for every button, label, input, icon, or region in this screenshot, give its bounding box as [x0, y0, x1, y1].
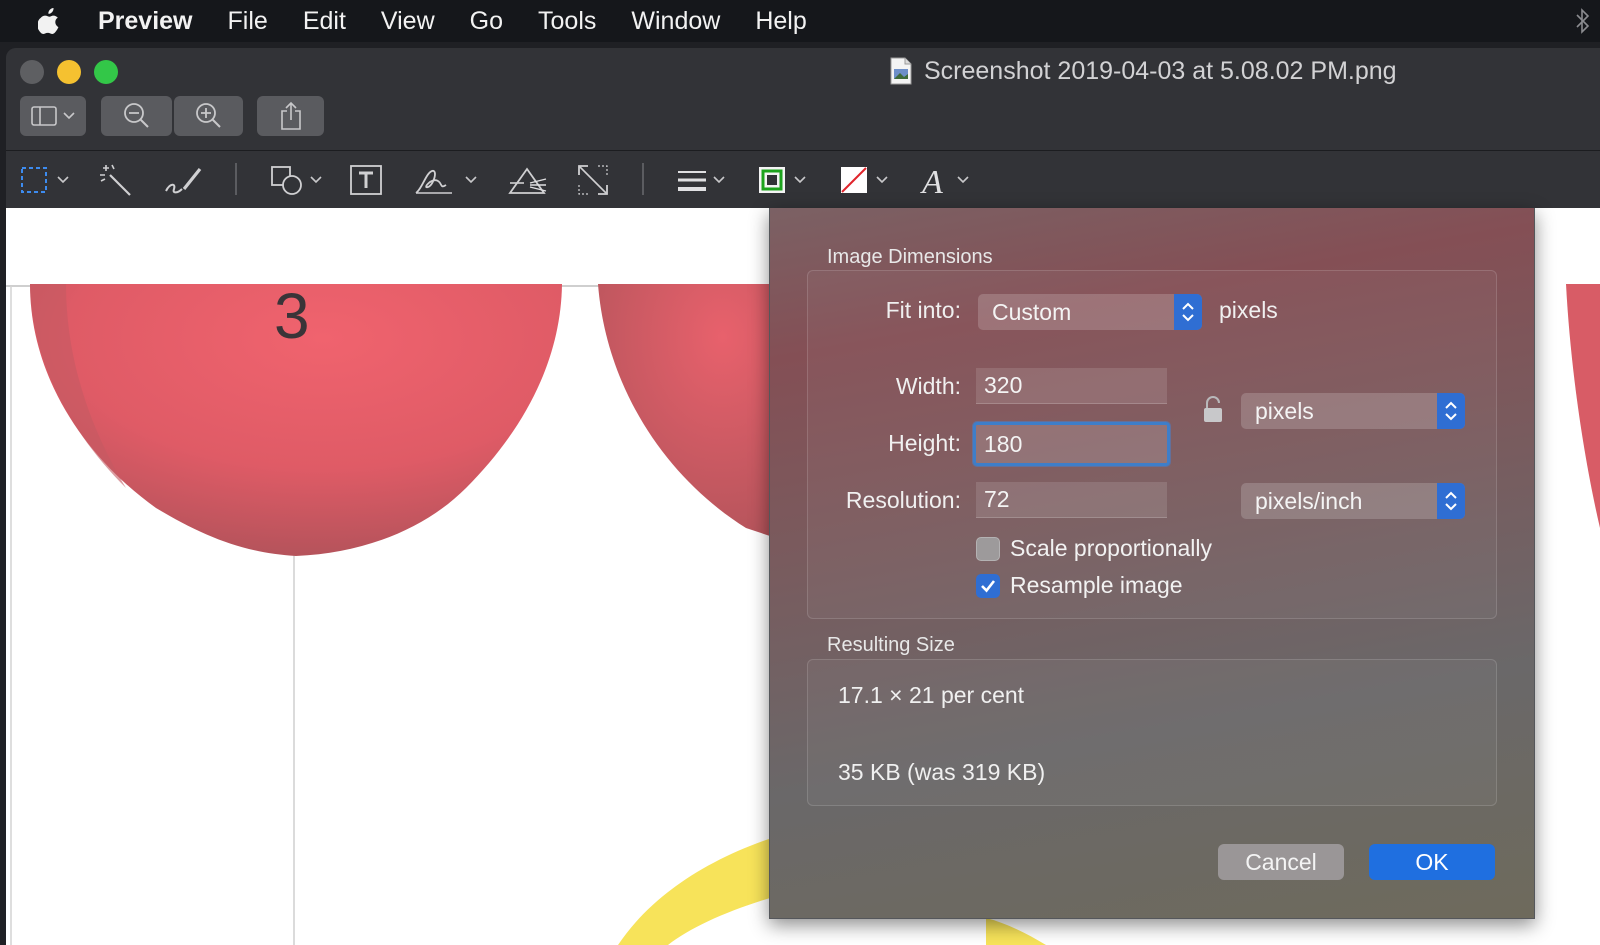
adjust-size-button[interactable] — [576, 161, 610, 199]
unlocked-padlock-icon[interactable] — [1202, 396, 1224, 424]
fill-color-button[interactable] — [839, 161, 895, 199]
menu-app-name[interactable]: Preview — [98, 7, 193, 36]
adjust-size-dialog: Image Dimensions Fit into: Custom pixels… — [769, 208, 1535, 919]
text-tool-button[interactable] — [348, 161, 384, 199]
menu-help[interactable]: Help — [755, 7, 806, 36]
resolution-label: Resolution: — [845, 487, 961, 513]
share-icon — [280, 101, 301, 130]
rectangle-selection-icon — [21, 167, 69, 193]
resample-image-checkbox[interactable]: Resample image — [976, 572, 1183, 599]
width-label: Width: — [895, 373, 961, 399]
popup-arrows-icon — [1437, 483, 1465, 519]
resolution-unit-popup[interactable]: pixels/inch — [1241, 483, 1465, 519]
width-field[interactable]: 320 — [976, 368, 1167, 404]
sign-tool-button[interactable] — [412, 161, 482, 199]
balloon-number: 3 — [274, 280, 310, 352]
zoom-button[interactable] — [94, 60, 118, 84]
close-button[interactable] — [20, 60, 44, 84]
shapes-icon — [271, 166, 322, 195]
shape-style-button[interactable] — [676, 161, 732, 199]
scale-proportionally-checkbox[interactable]: Scale proportionally — [976, 535, 1212, 562]
shapes-tool-button[interactable] — [270, 161, 326, 199]
adjust-color-button[interactable] — [506, 161, 548, 199]
resulting-size-group: 17.1 × 21 per cent 35 KB (was 319 KB) — [807, 659, 1497, 806]
text-style-button[interactable]: A — [920, 161, 976, 199]
resolution-value: 72 — [984, 486, 1010, 512]
popup-arrows-icon — [1437, 393, 1465, 429]
fit-into-value: Custom — [992, 298, 1072, 325]
apple-menu-icon[interactable] — [38, 8, 60, 34]
border-color-button[interactable] — [757, 161, 813, 199]
sketch-pen-icon — [165, 168, 202, 194]
sketch-tool-button[interactable] — [164, 161, 204, 199]
resize-icon — [578, 165, 608, 195]
resolution-field[interactable]: 72 — [976, 482, 1167, 518]
svg-text:A: A — [920, 164, 943, 197]
size-unit-popup[interactable]: pixels — [1241, 393, 1465, 429]
resample-image-label: Resample image — [1010, 572, 1183, 598]
fill-color-icon — [841, 167, 888, 193]
size-unit-value: pixels — [1255, 397, 1314, 424]
height-field[interactable]: 180 — [973, 422, 1170, 466]
width-value: 320 — [984, 372, 1023, 398]
zoom-in-icon — [195, 103, 221, 128]
instant-alpha-button[interactable] — [98, 161, 134, 199]
signature-icon — [415, 170, 477, 194]
menu-edit[interactable]: Edit — [303, 7, 346, 36]
ok-button[interactable]: OK — [1369, 844, 1495, 880]
minimize-button[interactable] — [57, 60, 81, 84]
line-style-icon — [678, 171, 725, 191]
resulting-size-heading: Resulting Size — [827, 634, 955, 656]
menu-tools[interactable]: Tools — [538, 7, 596, 36]
fit-into-popup[interactable]: Custom — [978, 294, 1202, 330]
cancel-button[interactable]: Cancel — [1218, 844, 1344, 880]
title-bar: Screenshot 2019-04-03 at 5.08.02 PM.png — [6, 48, 1600, 150]
png-file-icon — [890, 57, 912, 85]
toolbar-separator — [642, 163, 644, 195]
markup-toolbar: A — [6, 150, 1600, 209]
bluetooth-icon[interactable] — [1576, 8, 1590, 34]
toolbar-separator — [235, 163, 237, 195]
fit-into-label: Fit into: — [885, 297, 961, 323]
fit-into-unit: pixels — [1219, 297, 1278, 323]
zoom-out-button[interactable] — [101, 96, 172, 136]
image-dimensions-heading: Image Dimensions — [827, 246, 993, 268]
popup-arrows-icon — [1174, 294, 1202, 330]
menu-bar: Preview File Edit View Go Tools Window H… — [0, 0, 1600, 42]
result-percent: 17.1 × 21 per cent — [838, 682, 1025, 708]
text-box-icon — [350, 165, 382, 195]
window-title: Screenshot 2019-04-03 at 5.08.02 PM.png — [890, 54, 1397, 88]
menu-file[interactable]: File — [228, 7, 268, 36]
sidebar-icon — [31, 106, 75, 126]
share-button[interactable] — [257, 96, 324, 136]
height-value: 180 — [984, 430, 1023, 457]
result-filesize: 35 KB (was 319 KB) — [838, 759, 1046, 785]
zoom-in-button[interactable] — [174, 96, 243, 136]
font-icon: A — [920, 164, 969, 197]
checkbox-unchecked-icon — [976, 536, 1000, 561]
checkmark-icon — [976, 573, 1000, 598]
menu-window[interactable]: Window — [631, 7, 720, 36]
sidebar-toggle-button[interactable] — [20, 96, 86, 136]
prism-icon — [508, 167, 547, 194]
resolution-unit-value: pixels/inch — [1255, 487, 1363, 514]
magic-wand-icon — [100, 164, 131, 196]
window-title-text: Screenshot 2019-04-03 at 5.08.02 PM.png — [924, 56, 1397, 85]
border-color-icon — [759, 167, 806, 193]
menu-view[interactable]: View — [381, 7, 435, 36]
height-label: Height: — [888, 430, 961, 456]
scale-proportionally-label: Scale proportionally — [1010, 535, 1213, 561]
selection-tool-button[interactable] — [20, 161, 74, 199]
menu-go[interactable]: Go — [470, 7, 503, 36]
zoom-out-icon — [123, 103, 149, 128]
